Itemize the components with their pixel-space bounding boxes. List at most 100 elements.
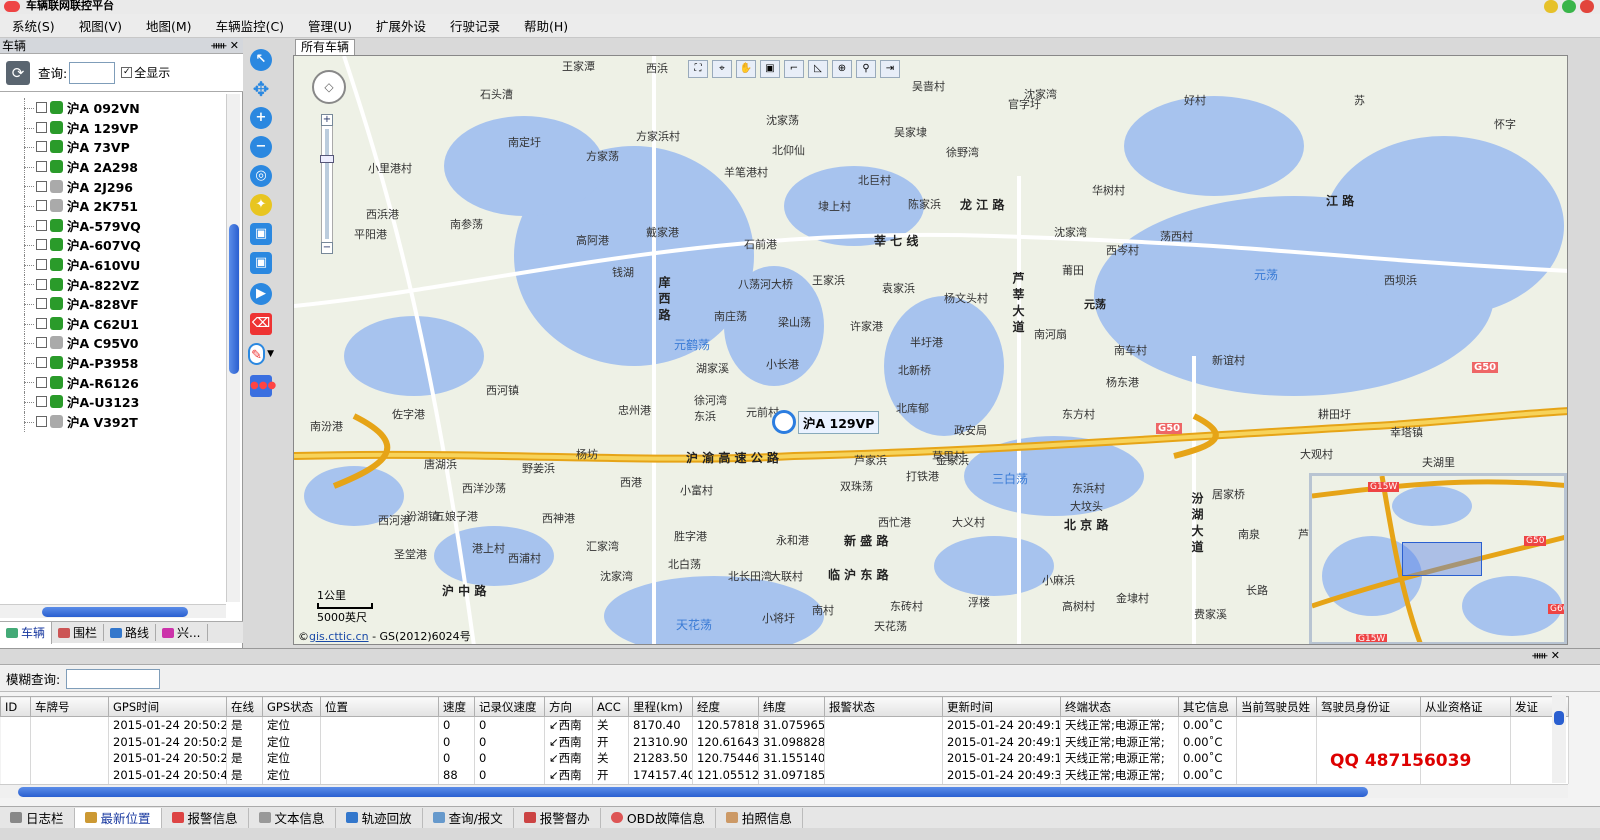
tree-row[interactable]: 沪A V392T	[0, 411, 226, 432]
column-header[interactable]: GPS状态	[262, 696, 321, 717]
menu-map[interactable]: 地图(M)	[134, 16, 204, 35]
menu-help[interactable]: 帮助(H)	[512, 16, 580, 35]
export-icon[interactable]: ⇥	[880, 60, 900, 78]
zoom-minus-icon[interactable]: −	[321, 242, 333, 254]
tab-query-report[interactable]: 查询/报文	[423, 807, 514, 828]
column-header[interactable]: 位置	[320, 696, 439, 717]
tree-row[interactable]: 沪A-607VQ	[0, 235, 226, 256]
column-header[interactable]: 经度	[692, 696, 759, 717]
tree-row[interactable]: 沪A-U3123	[0, 391, 226, 412]
pan-control-icon[interactable]: ◇	[312, 70, 346, 104]
column-header[interactable]: 速度	[438, 696, 475, 717]
column-header[interactable]: 从业资格证	[1420, 696, 1511, 717]
tab-latest-position[interactable]: 最新位置	[74, 807, 162, 828]
row-checkbox[interactable]	[36, 239, 47, 251]
triangle-ruler-icon[interactable]: ◺	[808, 60, 828, 78]
tree-row[interactable]: 沪A-822VZ	[0, 274, 226, 295]
scroll-thumb[interactable]	[1554, 711, 1564, 725]
column-header[interactable]: 其它信息	[1178, 696, 1237, 717]
row-checkbox[interactable]	[36, 219, 47, 231]
show-all-checkbox[interactable]: ✓	[121, 67, 133, 78]
table-row[interactable]: 2015-01-24 20:50:28 是定位 0 0 ↙西南开 21310.90 120.…	[0, 733, 1569, 751]
overview-viewport[interactable]	[1402, 542, 1482, 576]
column-header[interactable]: 更新时间	[942, 696, 1061, 717]
zoom-plus-icon[interactable]: +	[321, 114, 333, 126]
tree-vertical-scrollbar[interactable]	[226, 94, 240, 602]
tree-row[interactable]: 沪A-579VQ	[0, 215, 226, 236]
scroll-thumb[interactable]	[18, 787, 1368, 797]
tree-row[interactable]: 沪A 73VP	[0, 137, 226, 158]
tree-row[interactable]: 沪A-610VU	[0, 254, 226, 275]
ruler-icon[interactable]: ⌐	[784, 60, 804, 78]
table-row[interactable]: 2015-01-24 20:50:28 是定位 0 0 ↙西南关 8170.40 120.5…	[0, 716, 1569, 734]
tab-all-vehicles[interactable]: 所有车辆	[295, 39, 356, 55]
zoom-slider[interactable]: + −	[320, 114, 334, 254]
image-icon[interactable]: ▣	[760, 60, 780, 78]
tree-row[interactable]: 沪A-R6126	[0, 372, 226, 393]
menu-view[interactable]: 视图(V)	[67, 16, 134, 35]
satellite-tool[interactable]: ✦	[248, 193, 274, 217]
copyright-link[interactable]: gis.cttic.cn	[309, 630, 369, 643]
vehicle-marker[interactable]: 沪A 129VP	[772, 410, 880, 434]
tree-row[interactable]: 沪A-828VF	[0, 293, 226, 314]
refresh-icon[interactable]: ⟳	[6, 60, 30, 85]
tab-alarm-supervise[interactable]: 报警督办	[514, 807, 601, 828]
row-checkbox[interactable]	[36, 415, 47, 427]
row-checkbox[interactable]	[36, 357, 47, 369]
select-tool[interactable]: ↖	[248, 48, 274, 72]
tree-row[interactable]: 沪A C62U1	[0, 313, 226, 334]
row-checkbox[interactable]	[36, 259, 47, 271]
column-header[interactable]: 里程(km)	[628, 696, 693, 717]
tab-route[interactable]: 路线	[104, 624, 157, 641]
target-icon[interactable]: ⌖	[712, 60, 732, 78]
tab-photo[interactable]: 拍照信息	[716, 807, 803, 828]
scroll-thumb[interactable]	[229, 224, 239, 374]
row-checkbox[interactable]	[36, 121, 47, 133]
globe-tool[interactable]: ◎	[248, 164, 274, 188]
column-header[interactable]: ACC	[592, 696, 629, 717]
menu-manage[interactable]: 管理(U)	[296, 16, 364, 35]
pan-tool[interactable]: ✥	[248, 77, 274, 101]
tab-obd-fault[interactable]: OBD故障信息	[601, 807, 716, 828]
tree-horizontal-scrollbar[interactable]	[0, 604, 226, 618]
overview-map[interactable]: G15W G50 G60 G15W	[1309, 473, 1567, 644]
row-checkbox[interactable]	[36, 298, 47, 310]
table-vertical-scrollbar[interactable]	[1552, 695, 1566, 783]
menu-vehicle-monitor[interactable]: 车辆监控(C)	[204, 16, 296, 35]
zoom-knob[interactable]	[320, 155, 334, 163]
minimize-icon[interactable]	[1544, 0, 1558, 13]
row-checkbox[interactable]	[36, 180, 47, 192]
column-header[interactable]: 记录仪速度	[474, 696, 545, 717]
tab-log[interactable]: 日志栏	[0, 807, 75, 828]
maximize-icon[interactable]	[1562, 0, 1576, 13]
column-header[interactable]: 终端状态	[1060, 696, 1179, 717]
map-view[interactable]: ⛶ ⌖ ✋ ▣ ⌐ ◺ ⊕ ⚲ ⇥ ◇ + − 沪 渝 高 速 公 路 G50 …	[293, 55, 1568, 645]
menu-drive-record[interactable]: 行驶记录	[438, 16, 512, 35]
tab-text-info[interactable]: 文本信息	[249, 807, 336, 828]
fence-draw-tool[interactable]: ✎ ▼	[248, 342, 274, 366]
tree-row[interactable]: 沪A-P3958	[0, 352, 226, 373]
tree-row[interactable]: 沪A 2A298	[0, 156, 226, 177]
row-checkbox[interactable]	[36, 317, 47, 329]
column-header[interactable]: 驾驶员身份证	[1316, 696, 1421, 717]
car-track-tool[interactable]: ▣	[248, 251, 274, 275]
menu-system[interactable]: 系统(S)	[0, 16, 67, 35]
tree-row[interactable]: 沪A 2K751	[0, 195, 226, 216]
tab-alarm[interactable]: 报警信息	[162, 807, 249, 828]
column-header[interactable]: 方向	[544, 696, 593, 717]
row-checkbox[interactable]	[36, 200, 47, 212]
full-extent-icon[interactable]: ⛶	[688, 60, 708, 78]
dropdown-arrow-icon[interactable]: ▼	[267, 349, 274, 359]
row-checkbox[interactable]	[36, 376, 47, 388]
pin-icon[interactable]: ⚲	[856, 60, 876, 78]
tree-row[interactable]: 沪A 129VP	[0, 117, 226, 138]
column-header[interactable]: 报警状态	[824, 696, 943, 717]
clear-tool[interactable]: ⌫	[248, 312, 274, 336]
magnifier-icon[interactable]: ⊕	[832, 60, 852, 78]
row-checkbox[interactable]	[36, 161, 47, 173]
panel-pin-close[interactable]: ᚔ ✕	[211, 38, 239, 54]
row-checkbox[interactable]	[36, 102, 47, 114]
close-icon[interactable]	[1580, 0, 1594, 13]
zoom-in-tool[interactable]: +	[248, 106, 274, 130]
column-header[interactable]: 车牌号	[30, 696, 109, 717]
